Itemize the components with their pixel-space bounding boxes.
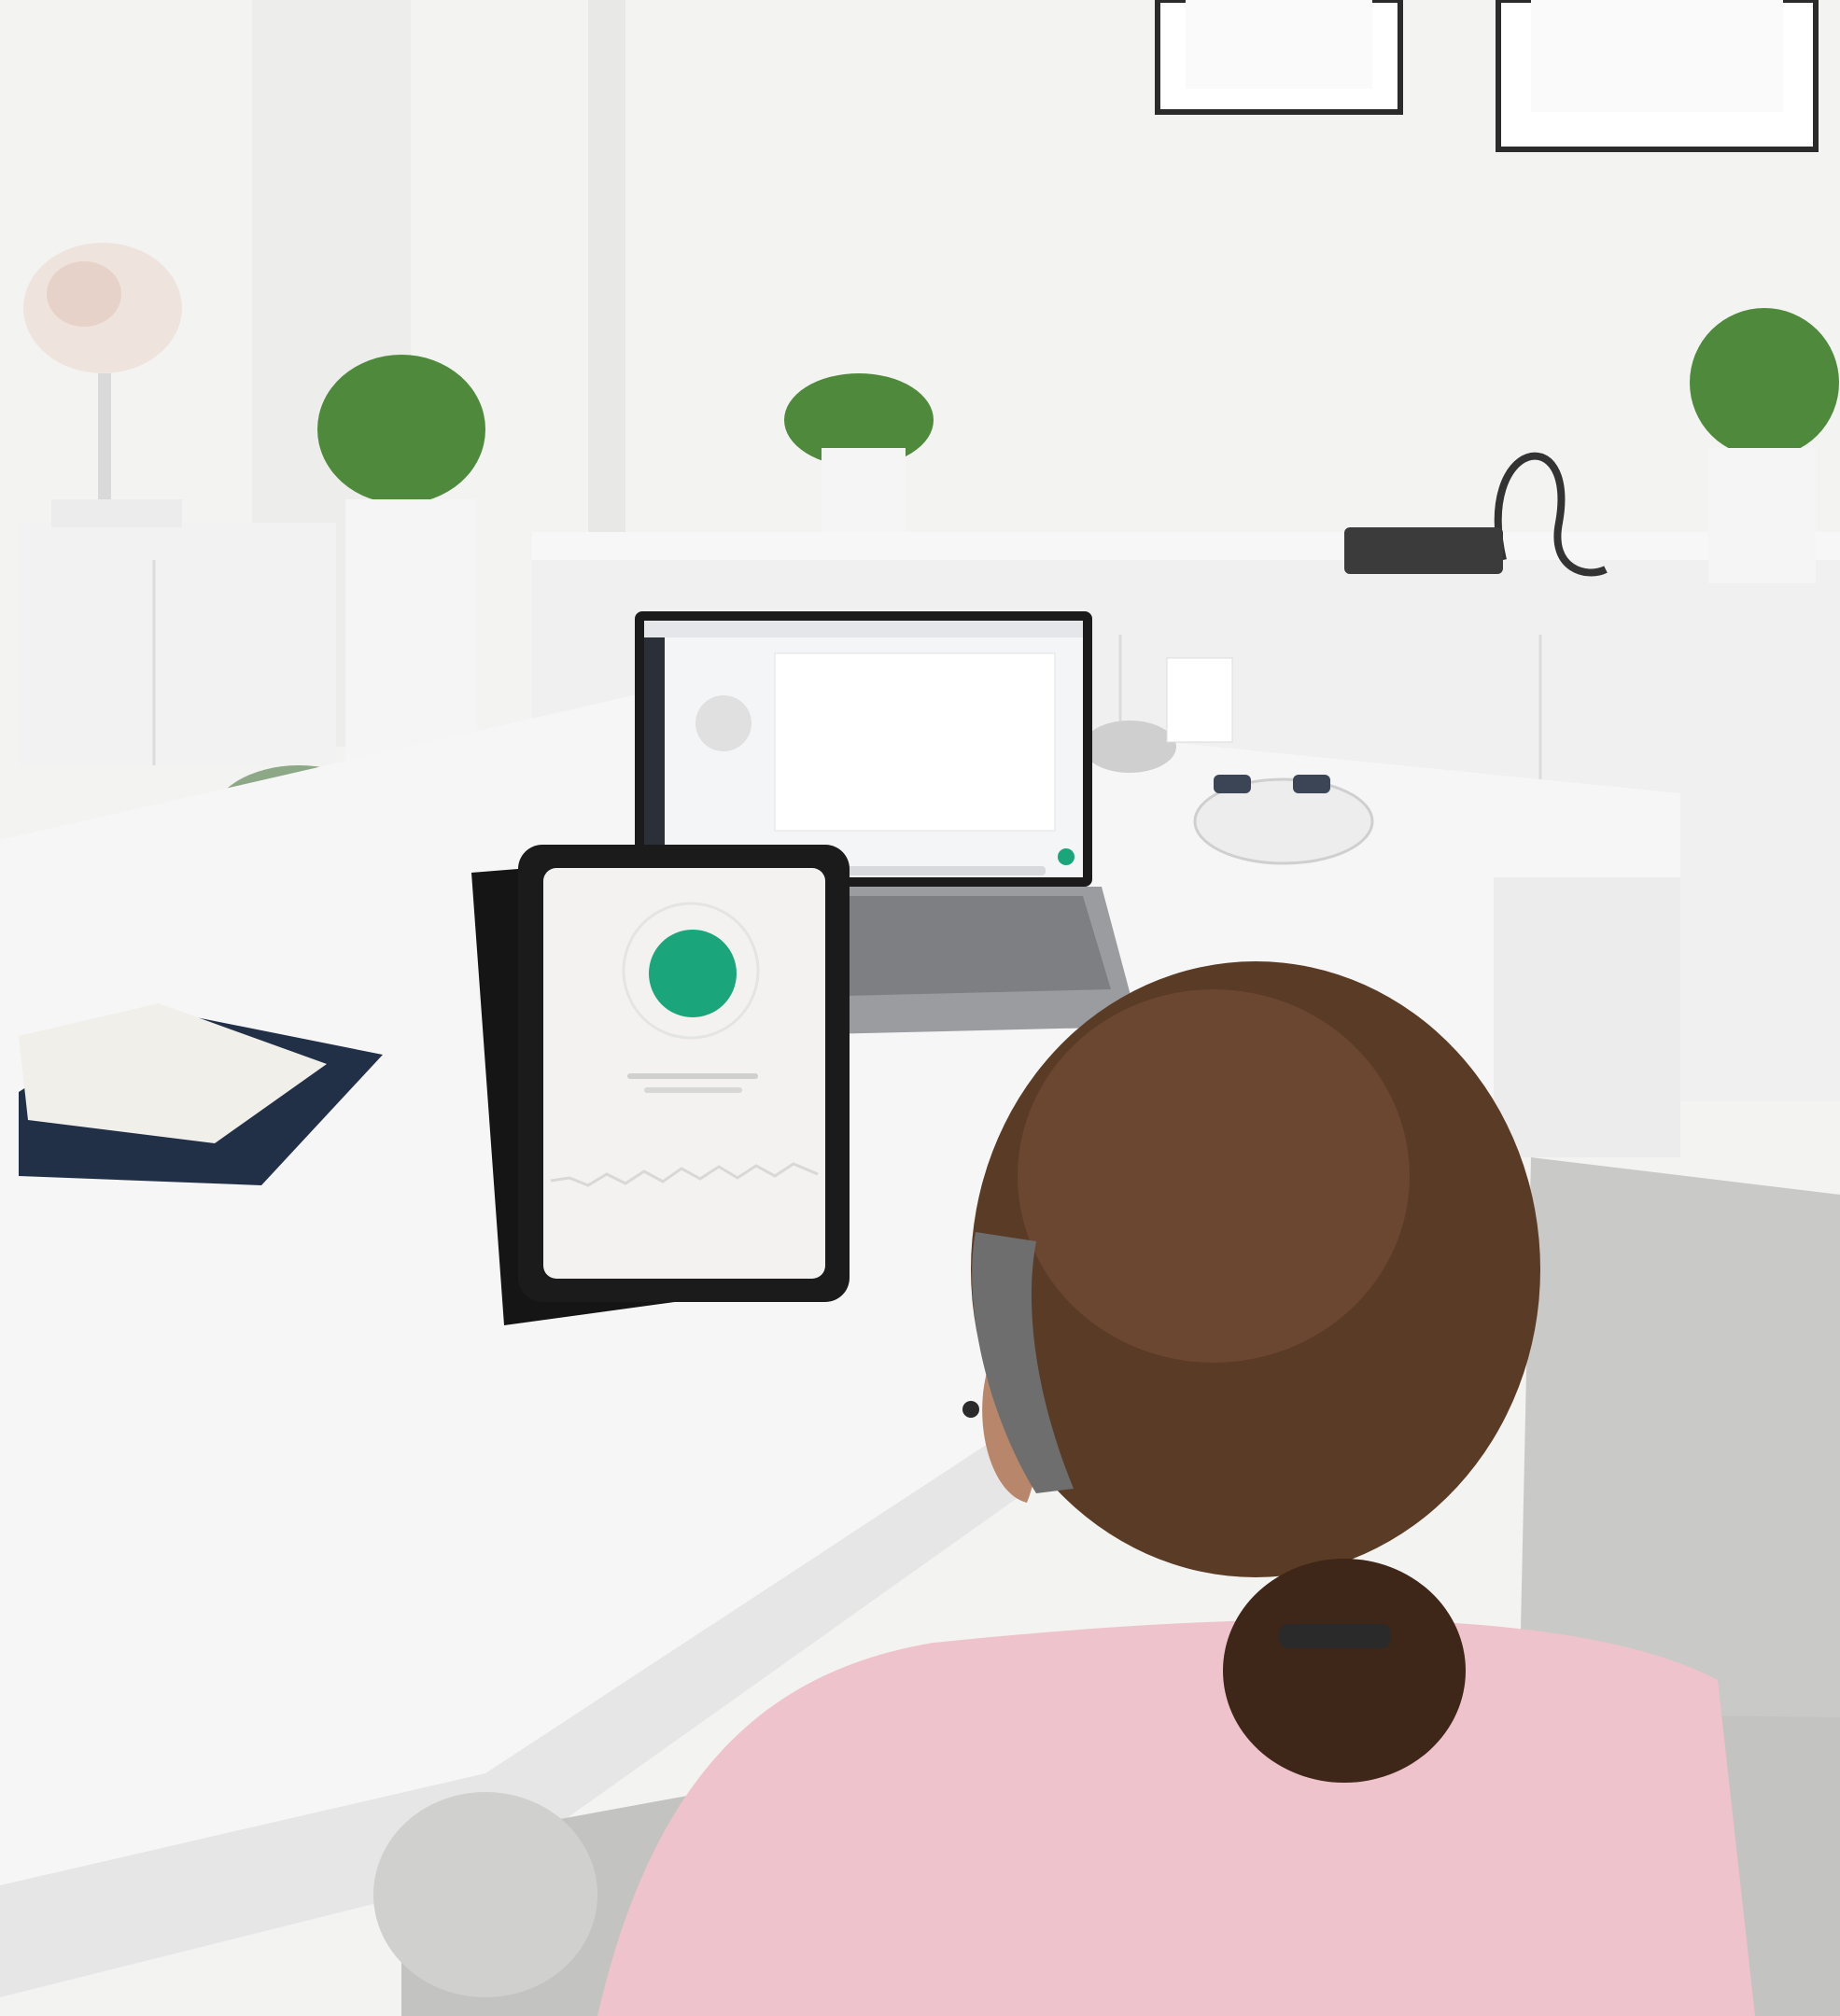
left-cabinet	[19, 523, 336, 765]
laptop-browser-bar	[644, 621, 1083, 637]
laptop-fab-icon[interactable]	[1058, 848, 1075, 865]
tablet-status-green-icon	[649, 930, 737, 1017]
hair-highlight	[1018, 989, 1410, 1363]
laptop-sidebar	[644, 637, 665, 877]
wall-corner	[588, 0, 625, 560]
photo-scene	[0, 0, 1840, 2016]
tablet-instruction-line-2	[644, 1087, 742, 1093]
wall-frame-right	[1496, 0, 1819, 152]
tablet	[471, 845, 850, 1325]
laptop-patient-avatar-icon	[695, 695, 751, 751]
ponytail-bun	[1223, 1559, 1466, 1783]
hair-tie	[1279, 1624, 1391, 1648]
laptop-content-panel	[774, 652, 1056, 832]
wall-frame-left	[1155, 0, 1403, 115]
tablet-instruction-line-1	[627, 1073, 758, 1079]
clinic-photo	[0, 0, 1840, 2016]
speakerphone	[1083, 721, 1176, 773]
headset-sensor-icon	[962, 1401, 979, 1418]
blood-pressure-monitor	[1344, 527, 1503, 574]
desk-card	[1166, 657, 1233, 743]
